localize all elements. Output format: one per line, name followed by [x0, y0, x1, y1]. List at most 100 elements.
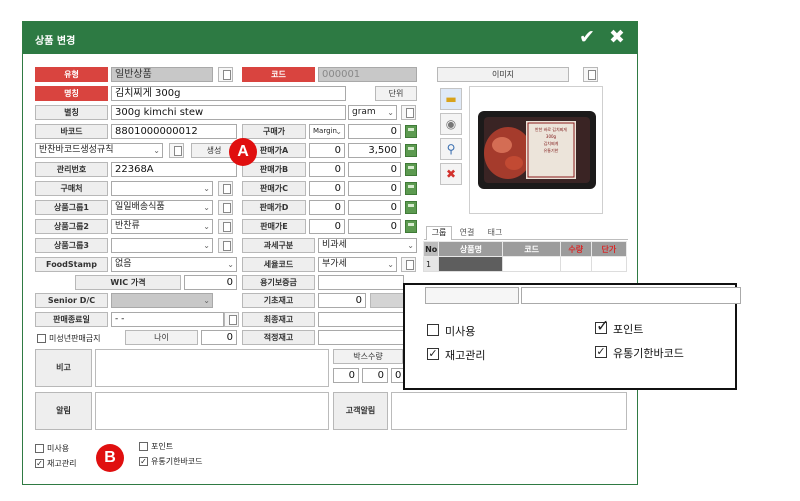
optimal-stock-label: 적정재고: [242, 330, 315, 345]
zoom-point-checkbox[interactable]: ✓: [595, 318, 609, 334]
document-icon[interactable]: [218, 200, 233, 215]
base-stock-button[interactable]: [370, 293, 404, 308]
calculator-icon[interactable]: [405, 125, 417, 138]
base-stock-input[interactable]: 0: [318, 293, 366, 308]
customer-alert-textarea[interactable]: [391, 392, 627, 430]
tax-type-select[interactable]: 비과세 ⌄: [318, 238, 417, 253]
product-label-line: 김치찌게: [543, 141, 559, 146]
document-icon[interactable]: [169, 143, 184, 158]
unit-button[interactable]: 단위: [375, 86, 417, 101]
group3-select[interactable]: ⌄: [111, 238, 213, 253]
senior-select[interactable]: ⌄: [111, 293, 213, 308]
price-b-input[interactable]: 0: [309, 162, 345, 177]
name-label: 명칭: [35, 86, 108, 101]
code-label: 코드: [242, 67, 315, 82]
unused-checkbox[interactable]: [35, 444, 44, 453]
document-icon[interactable]: [218, 181, 233, 196]
price-d-input[interactable]: 0: [309, 200, 345, 215]
type-field[interactable]: 일반상품: [111, 67, 213, 82]
zoom-icon[interactable]: ⚲: [440, 138, 462, 160]
barcode-rule-select[interactable]: 반찬바코드생성규칙 ⌄: [35, 143, 163, 158]
document-icon[interactable]: [218, 67, 233, 82]
purchase-price-input[interactable]: 0: [348, 124, 401, 139]
zoom-unused-checkbox[interactable]: [427, 324, 439, 336]
box-qty-input-1[interactable]: 0: [333, 368, 359, 383]
group2-label: 상품그룹2: [35, 219, 108, 234]
document-icon[interactable]: [218, 219, 233, 234]
unit-select[interactable]: gram ⌄: [348, 105, 397, 120]
group2-select[interactable]: 반찬류 ⌄: [111, 219, 213, 234]
group2-value: 반찬류: [115, 221, 140, 231]
alert-textarea[interactable]: [95, 392, 329, 430]
price-a2-input[interactable]: 3,500: [348, 143, 401, 158]
group1-select[interactable]: 일일배송식품 ⌄: [111, 200, 213, 215]
alias-input[interactable]: 300g kimchi stew: [111, 105, 346, 120]
table-row[interactable]: 1: [422, 256, 628, 272]
tab-link[interactable]: 연결: [454, 227, 480, 240]
check-icon[interactable]: ✔: [579, 26, 595, 48]
price-c2-input[interactable]: 0: [348, 181, 401, 196]
stock-checkbox[interactable]: ✓: [35, 459, 44, 468]
deposit-input[interactable]: [318, 275, 404, 290]
barcode-input[interactable]: 8801000000012: [111, 124, 237, 139]
calculator-icon[interactable]: [405, 201, 417, 214]
sale-end-input[interactable]: - -: [111, 312, 224, 327]
table-cell-price[interactable]: [590, 256, 628, 272]
dialog-title: 상품 변경: [35, 36, 76, 47]
expiry-barcode-label: 유통기한바코드: [151, 457, 203, 466]
age-button[interactable]: 나이: [125, 330, 198, 345]
final-stock-input[interactable]: [318, 312, 404, 327]
document-icon[interactable]: [401, 105, 416, 120]
point-checkbox[interactable]: [139, 442, 148, 451]
optimal-stock-input[interactable]: [318, 330, 404, 345]
calendar-icon[interactable]: [224, 312, 239, 327]
stock-label: 재고관리: [47, 459, 77, 468]
price-b2-input[interactable]: 0: [348, 162, 401, 177]
delete-icon[interactable]: ✖: [440, 163, 462, 185]
manage-no-input[interactable]: 22368A: [111, 162, 237, 177]
alias-label: 별칭: [35, 105, 108, 120]
name-input[interactable]: 김치찌게 300g: [111, 86, 346, 101]
document-icon[interactable]: [401, 257, 416, 272]
table-cell-code[interactable]: [502, 256, 561, 272]
wic-price-input[interactable]: 0: [184, 275, 237, 290]
document-icon[interactable]: [218, 238, 233, 253]
age-input[interactable]: 0: [201, 330, 237, 345]
tax-code-select[interactable]: 부가세 ⌄: [318, 257, 397, 272]
supplier-select[interactable]: ⌄: [111, 181, 213, 196]
tab-tag[interactable]: 태그: [482, 227, 508, 240]
price-a-input[interactable]: 0: [309, 143, 345, 158]
price-e-input[interactable]: 0: [309, 219, 345, 234]
zoom-expiry-checkbox[interactable]: ✓: [595, 346, 607, 358]
document-icon[interactable]: [583, 67, 598, 82]
price-e2-input[interactable]: 0: [348, 219, 401, 234]
margin-select[interactable]: Margin ⌄: [309, 124, 345, 139]
chevron-down-icon: ⌄: [203, 222, 210, 231]
zoom-stock-checkbox[interactable]: ✓: [427, 348, 439, 360]
minor-ban-checkbox[interactable]: [37, 334, 46, 343]
chevron-down-icon: ⌄: [203, 184, 210, 193]
folder-icon[interactable]: ▬: [440, 88, 462, 110]
table-cell-name[interactable]: [438, 256, 504, 272]
group1-label: 상품그룹1: [35, 200, 108, 215]
calculator-icon[interactable]: [405, 144, 417, 157]
price-d-label: 판매가D: [242, 200, 306, 215]
price-c-input[interactable]: 0: [309, 181, 345, 196]
calculator-icon[interactable]: [405, 163, 417, 176]
note-textarea[interactable]: [95, 349, 329, 387]
expiry-barcode-checkbox[interactable]: ✓: [139, 457, 148, 466]
foodstamp-value: 없음: [115, 259, 132, 269]
table-cell-qty[interactable]: [559, 256, 592, 272]
customer-alert-label: 고객알림: [333, 392, 388, 430]
foodstamp-select[interactable]: 없음 ⌄: [111, 257, 237, 272]
zoom-callout: 미사용 ✓ 재고관리 ✓ 포인트 ✓ 유통기한바코드: [403, 283, 741, 390]
box-qty-input-2[interactable]: 0: [362, 368, 388, 383]
calculator-icon[interactable]: [405, 182, 417, 195]
calculator-icon[interactable]: [405, 220, 417, 233]
price-d2-input[interactable]: 0: [348, 200, 401, 215]
tab-group[interactable]: 그룹: [426, 226, 452, 240]
close-icon[interactable]: ✖: [609, 26, 625, 48]
product-label-line: 300g: [545, 134, 557, 139]
camera-icon[interactable]: ◉: [440, 113, 462, 135]
deposit-label: 용기보증금: [242, 275, 315, 290]
